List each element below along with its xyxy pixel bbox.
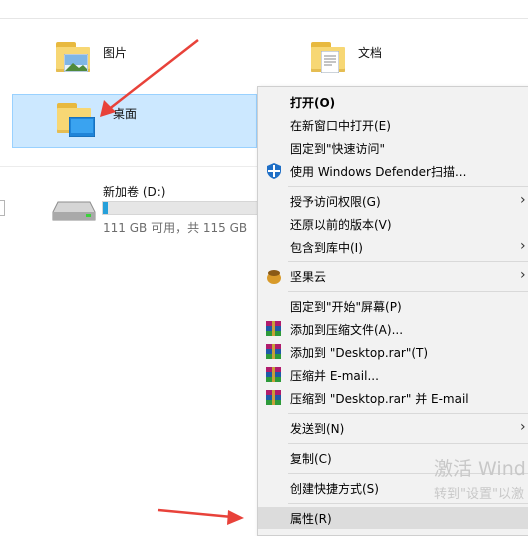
defender-shield-icon (267, 163, 281, 179)
menu-item-compress-rar-email[interactable]: 压缩到 "Desktop.rar" 并 E-mail (258, 387, 528, 409)
menu-item-label: 固定到"开始"屏幕(P) (290, 300, 402, 314)
menu-item-label: 包含到库中(I) (290, 241, 363, 255)
menu-item-pin-start[interactable]: 固定到"开始"屏幕(P) (258, 295, 528, 317)
section-divider (0, 166, 258, 167)
menu-item-add-desktop-rar[interactable]: 添加到 "Desktop.rar"(T) (258, 341, 528, 363)
menu-item-label: 添加到 "Desktop.rar"(T) (290, 346, 429, 360)
menu-item-label: 添加到压缩文件(A)... (290, 323, 404, 337)
folder-pictures[interactable]: 图片 (56, 42, 176, 82)
menu-separator (288, 291, 528, 292)
winrar-icon (266, 367, 282, 383)
winrar-icon (266, 344, 282, 360)
drive-usage-fill (103, 202, 109, 214)
menu-item-properties[interactable]: 属性(R) (258, 507, 528, 529)
top-border (0, 0, 528, 19)
menu-separator (288, 186, 528, 187)
menu-separator (288, 413, 528, 414)
nut-icon (267, 270, 281, 284)
menu-separator (288, 261, 528, 262)
menu-item-label: 压缩并 E-mail... (290, 369, 379, 383)
menu-item-send-to[interactable]: 发送到(N) › (258, 417, 528, 439)
document-icon (321, 51, 339, 73)
drive-usage-text: 111 GB 可用，共 115 GB (103, 221, 248, 235)
submenu-arrow-icon: › (520, 238, 526, 254)
menu-item-open-new-window[interactable]: 在新窗口中打开(E) (258, 114, 528, 136)
menu-item-add-archive[interactable]: 添加到压缩文件(A)... (258, 318, 528, 340)
scrollbar-stub[interactable] (0, 200, 5, 216)
pictures-folder-icon (56, 42, 90, 72)
menu-item-label: 授予访问权限(G) (290, 195, 381, 209)
submenu-arrow-icon: › (520, 267, 526, 283)
menu-item-label: 复制(C) (290, 452, 332, 466)
menu-item-label: 压缩到 "Desktop.rar" 并 E-mail (290, 392, 469, 406)
folder-documents[interactable]: 文档 (311, 42, 431, 82)
folder-documents-label: 文档 (358, 46, 383, 60)
winrar-icon (266, 321, 282, 337)
menu-item-include-library[interactable]: 包含到库中(I) › (258, 236, 528, 258)
menu-item-label: 在新窗口中打开(E) (290, 119, 391, 133)
menu-item-defender-scan[interactable]: 使用 Windows Defender扫描... (258, 160, 528, 182)
menu-item-jianguoyun[interactable]: 坚果云 › (258, 265, 528, 287)
drive-usage-bar (102, 201, 258, 215)
menu-item-label: 打开(O) (290, 96, 336, 110)
activation-watermark-subtitle: 转到"设置"以激 (434, 487, 524, 502)
folder-pictures-label: 图片 (103, 46, 128, 60)
drive-d-label: 新加卷 (D:) (103, 185, 166, 199)
menu-item-label: 还原以前的版本(V) (290, 218, 392, 232)
menu-item-pin-quick-access[interactable]: 固定到"快速访问" (258, 137, 528, 159)
documents-folder-icon (311, 42, 345, 73)
landscape-icon (64, 54, 88, 72)
monitor-icon (69, 117, 95, 137)
submenu-arrow-icon: › (520, 192, 526, 208)
menu-item-label: 创建快捷方式(S) (290, 482, 379, 496)
menu-item-label: 发送到(N) (290, 422, 345, 436)
menu-item-label: 使用 Windows Defender扫描... (290, 165, 467, 179)
annotation-arrow-icon (157, 508, 244, 525)
hard-drive-icon (52, 201, 96, 221)
menu-item-restore-versions[interactable]: 还原以前的版本(V) (258, 213, 528, 235)
menu-item-label: 坚果云 (290, 270, 327, 284)
menu-separator (288, 503, 528, 504)
activation-watermark-title: 激活 Wind (434, 458, 526, 480)
menu-item-label: 属性(R) (290, 512, 332, 526)
submenu-arrow-icon: › (520, 419, 526, 435)
folder-desktop[interactable]: 桌面 (12, 94, 257, 148)
menu-item-open[interactable]: 打开(O) (258, 91, 528, 113)
folder-desktop-label: 桌面 (113, 107, 138, 121)
menu-separator (288, 443, 528, 444)
menu-item-grant-access[interactable]: 授予访问权限(G) › (258, 190, 528, 212)
winrar-icon (266, 390, 282, 406)
menu-item-compress-email[interactable]: 压缩并 E-mail... (258, 364, 528, 386)
desktop-folder-icon (57, 103, 95, 137)
menu-item-label: 固定到"快速访问" (290, 142, 386, 156)
